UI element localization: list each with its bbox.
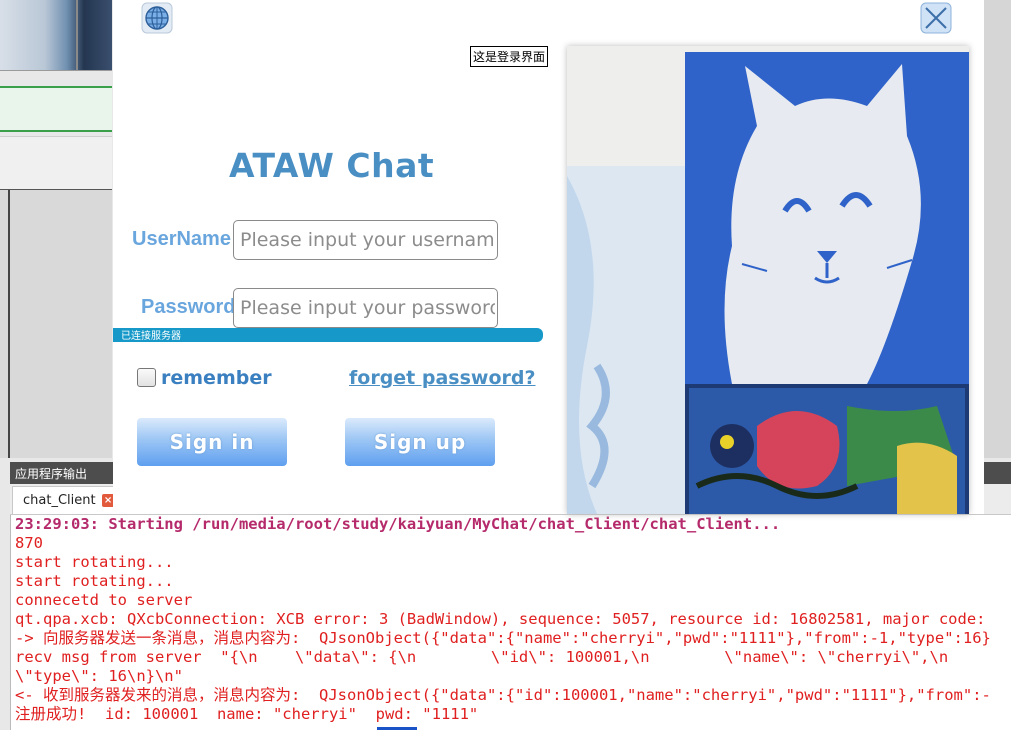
- output-tab-label: chat_Client: [23, 493, 96, 508]
- application-output-console[interactable]: 23:29:03: Starting /run/media/root/study…: [10, 515, 1011, 730]
- password-label: Password: [141, 296, 236, 318]
- console-line: <- 收到服务器发来的消息，消息内容为: QJsonObject({"data"…: [15, 686, 991, 704]
- console-line: 注册成功! id: 100001 name: "cherryi" pwd: "1…: [15, 705, 479, 723]
- forgot-password-link[interactable]: forget password?: [349, 367, 536, 389]
- background-window-thumbnail: [0, 0, 112, 71]
- console-line: connecetd to server: [15, 591, 193, 609]
- console-line: 23:29:03: Starting /run/media/root/study…: [15, 515, 781, 533]
- close-icon[interactable]: [920, 2, 952, 34]
- background-toolbar-strip: [0, 136, 112, 191]
- console-line: recv msg from server "{\n \"data\": {\n …: [15, 648, 949, 666]
- app-title: ATAW Chat: [229, 146, 435, 185]
- output-panel-title: 应用程序输出: [15, 467, 88, 481]
- console-line: 870: [15, 534, 43, 552]
- background-right-strip: [984, 0, 1011, 458]
- connection-status-bar: 已连接服务器: [113, 328, 543, 342]
- username-input[interactable]: [233, 220, 498, 260]
- background-editor-panel: [0, 190, 112, 458]
- connection-status-text: 已连接服务器: [121, 331, 181, 342]
- remember-checkbox[interactable]: [137, 368, 156, 387]
- cat-painting-image: [567, 46, 969, 514]
- login-window: 这是登录界面 ATAW Chat UserName Password 已连接服务…: [113, 0, 984, 514]
- login-tooltip: 这是登录界面: [470, 46, 549, 67]
- username-label: UserName: [132, 228, 231, 250]
- console-line: \"type\": 16\n}\n": [15, 667, 183, 685]
- console-line: start rotating...: [15, 553, 174, 571]
- console-line: -> 向服务器发送一条消息，消息内容为: QJsonObject({"data"…: [15, 629, 991, 647]
- sign-in-button[interactable]: Sign in: [137, 418, 287, 466]
- remember-label[interactable]: remember: [161, 367, 272, 389]
- output-tab-chat-client[interactable]: chat_Client ×: [12, 486, 124, 514]
- globe-icon[interactable]: [141, 2, 173, 34]
- background-green-bar: [0, 86, 112, 132]
- password-input[interactable]: [233, 288, 498, 328]
- sign-up-button[interactable]: Sign up: [345, 418, 495, 466]
- console-line: start rotating...: [15, 572, 174, 590]
- console-line: qt.qpa.xcb: QXcbConnection: XCB error: 3…: [15, 610, 986, 628]
